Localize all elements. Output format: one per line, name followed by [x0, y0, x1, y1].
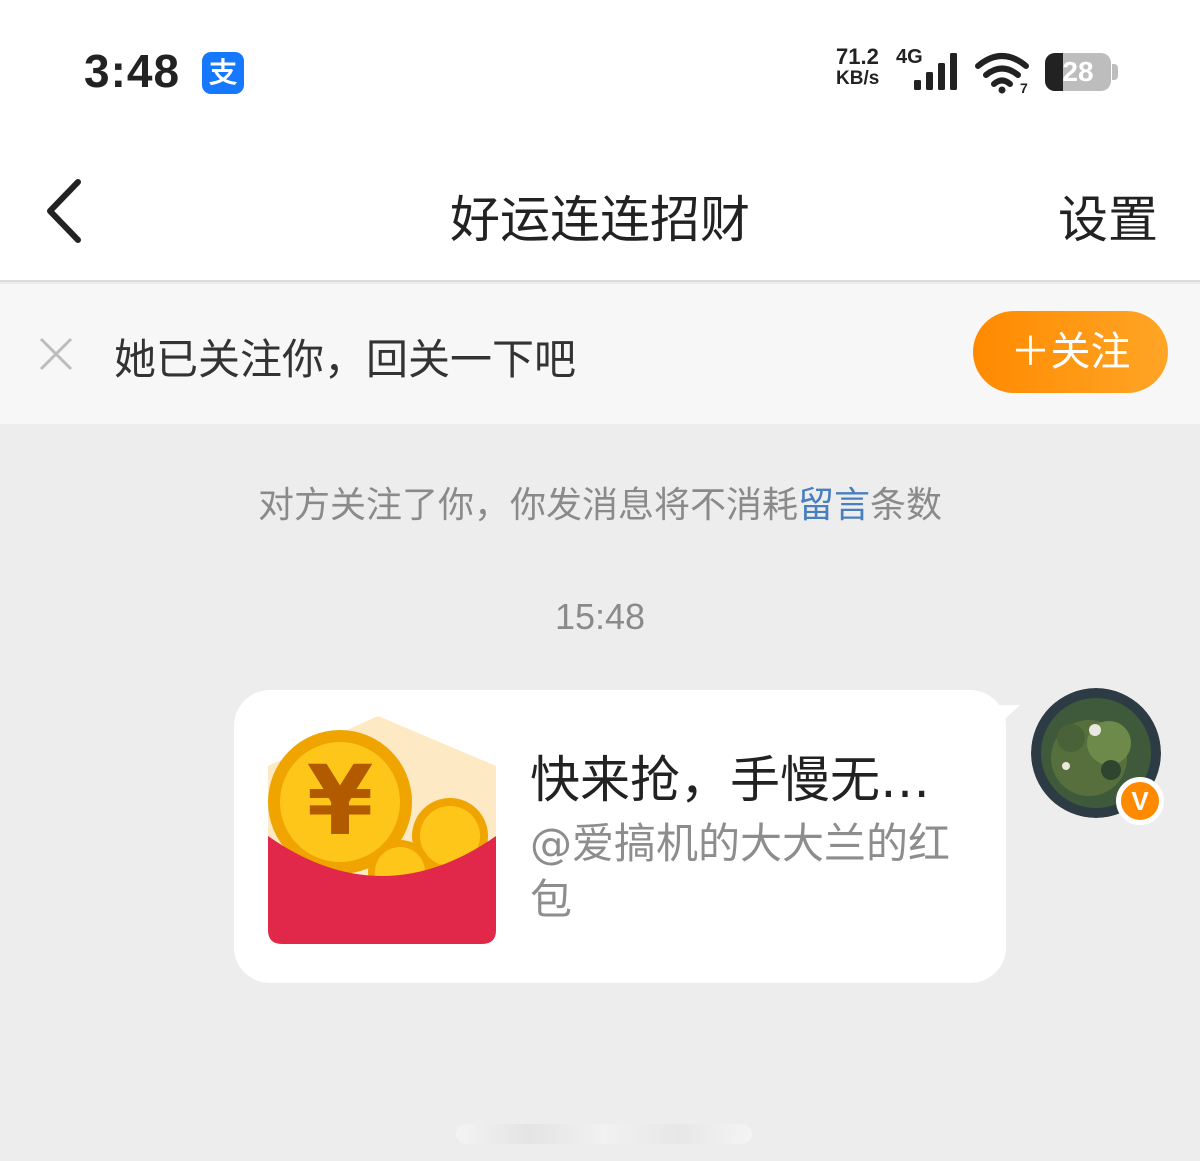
cellular-signal-icon: [914, 53, 957, 90]
red-packet-sender: @爱搞机的大大兰的红包: [530, 819, 951, 924]
battery-level: 28: [1062, 56, 1094, 87]
verified-v-badge: V: [1116, 777, 1164, 825]
svg-text:7: 7: [1020, 80, 1028, 94]
network-speed-unit: KB/s: [836, 68, 880, 89]
red-packet-icon: ¥: [268, 716, 496, 944]
follow-button[interactable]: ＋关注: [973, 311, 1168, 393]
network-speed-value: 71.2: [836, 44, 879, 69]
battery-icon: 28: [1045, 53, 1111, 91]
message-timestamp: 15:48: [554, 596, 646, 637]
notice-text-after: 条数: [870, 485, 943, 526]
notice-text-before: 对方关注了你，你发消息将不消耗: [257, 485, 798, 526]
network-speed: 71.2 KB/s: [836, 46, 896, 90]
wifi-icon: 7: [975, 53, 1029, 94]
red-packet-title: 快来抢，手慢无…: [530, 751, 930, 809]
status-bar: 3:48 支 71.2 KB/s 4G 7 28: [0, 0, 1200, 140]
follow-back-text: 她已关注你，回关一下吧: [114, 335, 577, 384]
svg-text:¥: ¥: [307, 745, 374, 857]
alipay-notification-icon: 支: [202, 52, 244, 94]
bubble-tail: [994, 705, 1020, 729]
battery-cap: [1112, 64, 1118, 80]
back-chevron-icon[interactable]: [40, 176, 90, 246]
settings-button[interactable]: 设置: [1058, 180, 1158, 252]
close-icon[interactable]: [38, 336, 74, 372]
chat-notice: 对方关注了你，你发消息将不消耗留言条数: [0, 476, 1200, 528]
home-indicator[interactable]: [456, 1124, 752, 1144]
status-time: 3:48: [84, 45, 181, 97]
page-title: 好运连连招财: [450, 191, 750, 249]
nav-bar: 好运连连招财 设置: [0, 140, 1200, 282]
message-quota-link[interactable]: 留言: [798, 485, 870, 526]
